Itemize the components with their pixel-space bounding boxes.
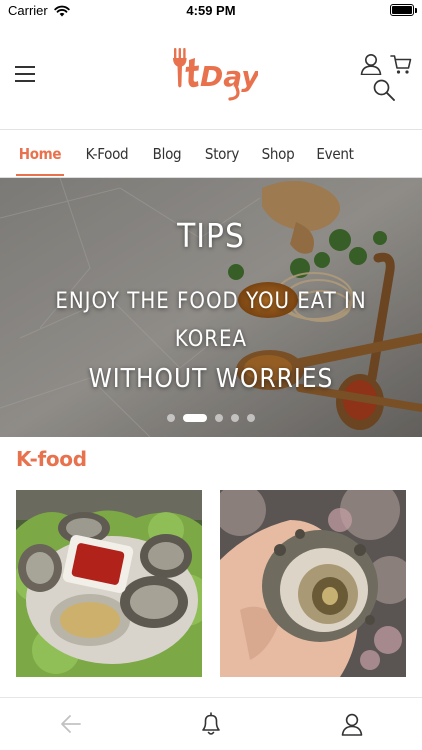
tab-event[interactable]: Event	[316, 131, 354, 177]
bottom-toolbar	[0, 697, 422, 750]
battery-icon	[390, 4, 417, 16]
app-header: Day	[0, 22, 422, 130]
hero-title: TIPS	[177, 216, 245, 255]
carousel-dot[interactable]	[247, 414, 255, 422]
section-title: K-food	[16, 447, 87, 471]
hero-tagline: WITHOUT WORRIES	[88, 364, 334, 394]
itday-logo[interactable]: Day	[168, 42, 258, 102]
status-time: 4:59 PM	[186, 3, 236, 18]
food-card-turban-shell[interactable]	[220, 490, 406, 677]
turban-shell-photo	[220, 490, 406, 677]
status-bar: Carrier 4:59 PM	[0, 0, 422, 22]
user-icon[interactable]	[341, 712, 363, 736]
menu-icon[interactable]	[15, 66, 35, 82]
carousel-dot[interactable]	[215, 414, 223, 422]
user-icon[interactable]	[360, 53, 382, 75]
tab-k-food[interactable]: K-Food	[84, 131, 130, 177]
category-tabs: Home K-Food Blog Story Shop Event	[0, 131, 422, 178]
tab-home[interactable]: Home	[16, 131, 64, 177]
food-card-abalone[interactable]	[16, 490, 202, 677]
carousel-indicator	[0, 413, 422, 423]
bell-icon[interactable]	[200, 712, 222, 736]
carousel-dot[interactable]	[231, 414, 239, 422]
search-icon[interactable]	[373, 79, 395, 101]
cart-icon[interactable]	[390, 53, 412, 75]
carousel-dot[interactable]	[167, 414, 175, 422]
back-arrow-icon[interactable]	[60, 712, 82, 736]
carousel-dot-active[interactable]	[183, 414, 207, 422]
abalone-photo	[16, 490, 202, 677]
svg-text:Day: Day	[200, 60, 258, 93]
hero-subtitle: ENJOY THE FOOD YOU EAT IN KOREA	[55, 289, 367, 352]
tab-blog[interactable]: Blog	[149, 131, 185, 177]
tab-shop[interactable]: Shop	[259, 131, 297, 177]
hero-banner[interactable]: TIPS ENJOY THE FOOD YOU EAT IN KOREA WIT…	[0, 178, 422, 437]
tab-story[interactable]: Story	[203, 131, 241, 177]
